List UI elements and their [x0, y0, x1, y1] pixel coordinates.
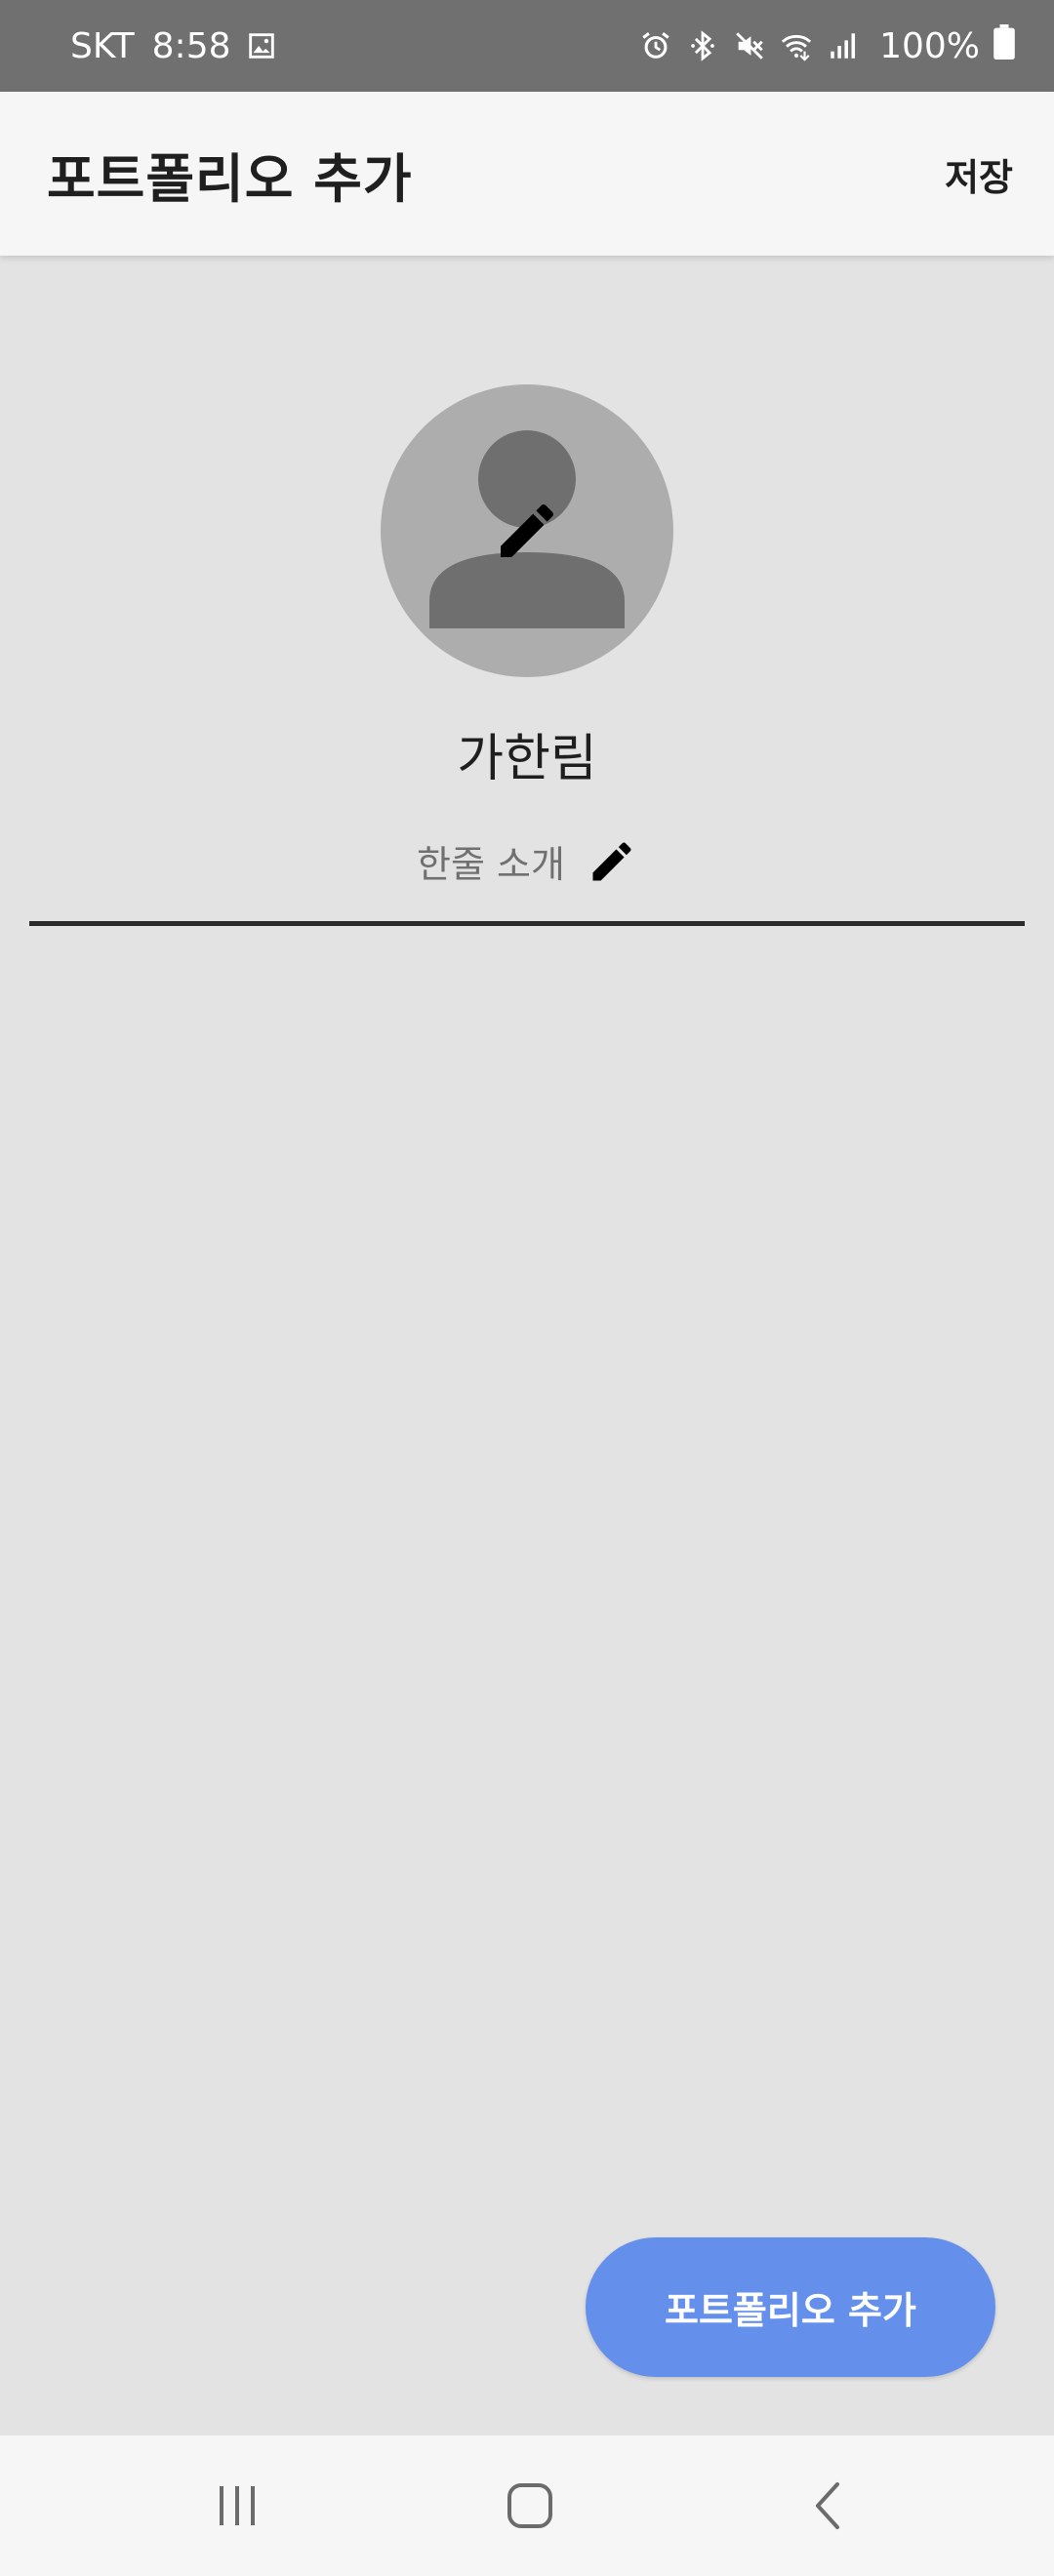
mute-icon — [733, 29, 766, 62]
add-portfolio-button[interactable]: 포트폴리오 추가 — [586, 2237, 995, 2377]
back-button[interactable] — [751, 2435, 908, 2576]
save-button[interactable]: 저장 — [939, 138, 1019, 211]
alarm-icon — [639, 29, 672, 62]
avatar-edit-icon[interactable] — [492, 496, 562, 566]
battery-icon — [993, 23, 1015, 68]
home-button[interactable] — [452, 2435, 608, 2576]
home-icon — [507, 2483, 552, 2528]
intro-edit-icon[interactable] — [587, 836, 637, 887]
back-icon — [816, 2482, 839, 2529]
user-name: 가한림 — [457, 730, 597, 788]
signal-icon — [827, 29, 860, 62]
app-bar: 포트폴리오 추가 저장 — [0, 92, 1054, 256]
gallery-icon — [245, 29, 278, 62]
recent-apps-button[interactable] — [159, 2435, 315, 2576]
battery-level: 100% — [879, 25, 980, 66]
intro-placeholder: 한줄 소개 — [417, 843, 565, 886]
intro-divider — [29, 921, 1025, 926]
status-right: 100% — [639, 23, 1015, 68]
status-bar: SKT 8:58 100% — [0, 0, 1054, 92]
wifi-icon — [780, 29, 813, 62]
recents-icon — [220, 2486, 255, 2525]
clock: 8:58 — [151, 25, 231, 66]
navigation-bar — [0, 2435, 1054, 2576]
status-left: SKT 8:58 — [70, 26, 278, 66]
page-title: 포트폴리오 추가 — [47, 147, 413, 210]
carrier-label: SKT — [70, 25, 135, 66]
intro-row[interactable]: 한줄 소개 — [0, 834, 1054, 888]
bluetooth-icon — [686, 29, 719, 62]
